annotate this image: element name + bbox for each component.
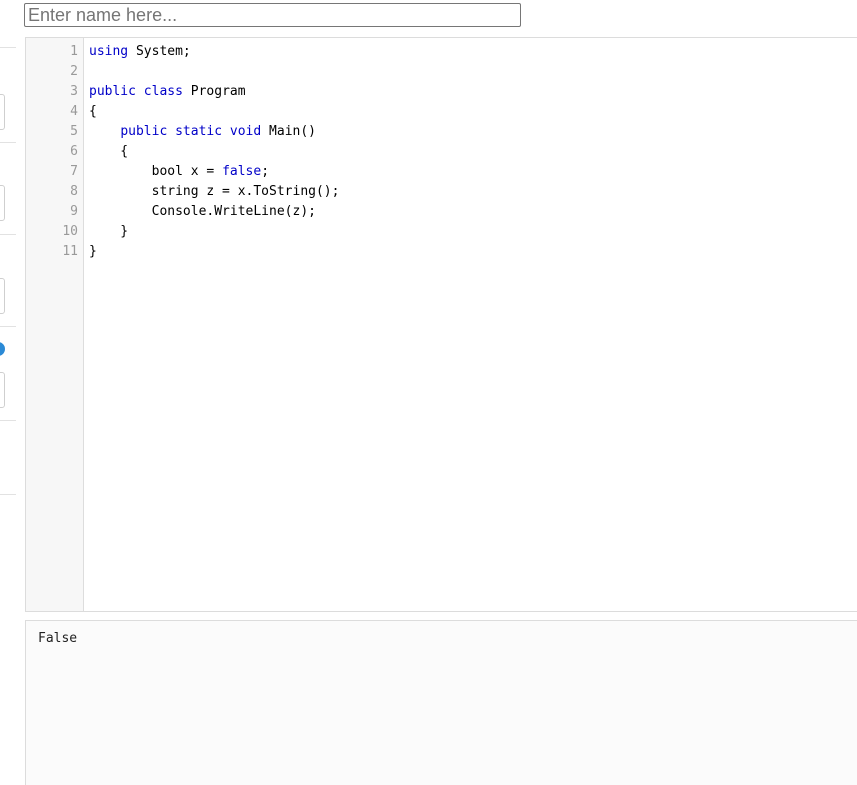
code-runner-page: 1using System;23public class Program4{5 … (0, 0, 857, 785)
line-number: 6 (70, 144, 78, 159)
keyword-token: public (89, 84, 136, 99)
output-text: False (38, 631, 78, 646)
line-source: Console.WriteLine(z); (89, 202, 316, 222)
line-number: 2 (70, 64, 78, 79)
line-number: 4 (70, 104, 78, 119)
name-input[interactable] (24, 3, 521, 27)
line-source: public class Program (89, 82, 246, 102)
line-number: 9 (70, 204, 78, 219)
sidebar-control[interactable] (0, 185, 5, 221)
line-number: 1 (70, 44, 78, 59)
code-token: bool x = (89, 164, 223, 179)
code-line[interactable]: 1 using System; (26, 42, 857, 62)
keyword-token: void (229, 124, 262, 139)
code-line[interactable]: 2 (26, 62, 857, 82)
code-token: { (89, 144, 129, 159)
sidebar-divider (0, 420, 16, 421)
code-token: } (89, 224, 129, 239)
sidebar-divider (0, 142, 16, 143)
line-number: 8 (70, 184, 78, 199)
line-source: } (89, 242, 97, 262)
line-source: string z = x.ToString(); (89, 182, 340, 202)
line-source: public static void Main() (89, 122, 316, 142)
code-line[interactable]: 9 Console.WriteLine(z); (26, 202, 857, 222)
code-line[interactable]: 10 } (26, 222, 857, 242)
keyword-token: class (143, 84, 183, 99)
code-token: string z = x.ToString(); (89, 184, 340, 199)
code-token: Main() (261, 124, 317, 139)
code-line[interactable]: 11} (26, 242, 857, 262)
code-token: System; (128, 44, 191, 59)
line-source: using System; (89, 42, 191, 62)
sidebar-divider (0, 234, 16, 235)
output-panel: False (25, 620, 857, 785)
code-token: Console.WriteLine(z); (89, 204, 316, 219)
left-sidebar (0, 0, 16, 785)
line-number: 7 (70, 164, 78, 179)
keyword-token: public (120, 124, 168, 139)
code-token: { (89, 104, 97, 119)
keyword-token: using (89, 44, 129, 59)
code-line[interactable]: 4{ (26, 102, 857, 122)
line-source: { (89, 102, 97, 122)
code-lines: 1 using System; 2 3 public class Program 4{5 … (26, 42, 857, 262)
code-line[interactable]: 7 bool x = false; (26, 162, 857, 182)
line-number: 11 (62, 244, 78, 259)
sidebar-control[interactable] (0, 372, 5, 408)
code-editor[interactable]: 1 using System; 2 3 public class Program 4{5 … (25, 37, 857, 612)
sidebar-divider (0, 494, 16, 495)
keyword-token: false (222, 164, 262, 179)
sidebar-control[interactable] (0, 94, 5, 130)
line-number: 10 (62, 224, 78, 239)
sidebar-divider (0, 47, 16, 48)
code-token: } (89, 244, 97, 259)
sidebar-divider (0, 326, 16, 327)
code-line[interactable]: 5 public static void Main() (26, 122, 857, 142)
code-line[interactable]: 3 public class Program (26, 82, 857, 102)
line-source: { (89, 142, 128, 162)
line-number: 3 (70, 84, 78, 99)
line-number: 5 (70, 124, 78, 139)
line-source: bool x = false; (89, 162, 269, 182)
line-source: } (89, 222, 128, 242)
sidebar-control[interactable] (0, 278, 5, 314)
code-token: Program (182, 84, 246, 99)
sidebar-radio-indicator[interactable] (0, 342, 5, 356)
keyword-token: static (175, 124, 223, 139)
code-line[interactable]: 6 { (26, 142, 857, 162)
code-line[interactable]: 8 string z = x.ToString(); (26, 182, 857, 202)
code-token: ; (261, 164, 270, 179)
